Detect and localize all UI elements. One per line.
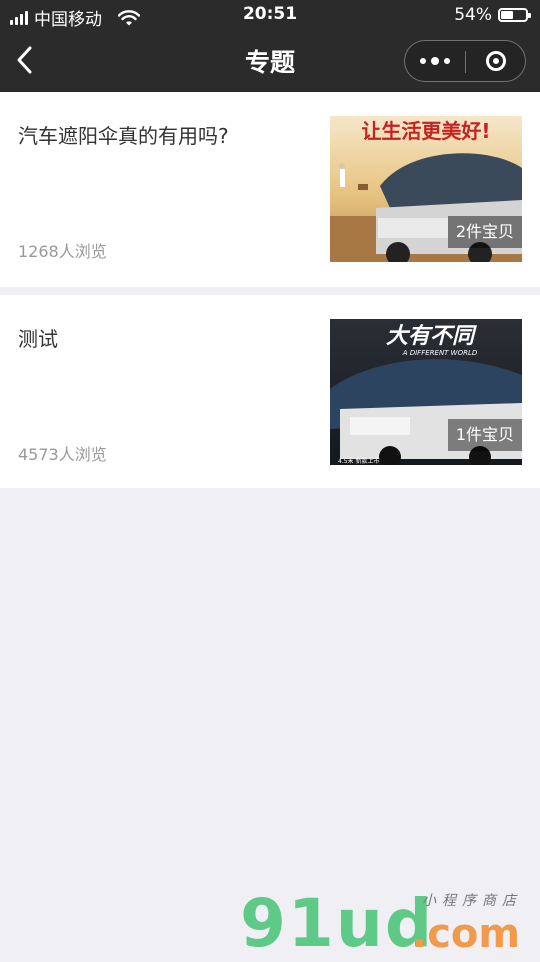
dot-icon: [420, 58, 426, 64]
target-circle-icon: [485, 51, 506, 71]
topic-thumbnail: 让生活更美好! 2件宝贝: [330, 116, 522, 262]
thumb-subtitle: A DIFFERENT WORLD: [402, 349, 478, 357]
more-button[interactable]: [405, 41, 465, 81]
topic-card[interactable]: 汽车遮阳伞真的有用吗? 1268人浏览 让生活更美好! 2件宝贝: [0, 92, 540, 287]
item-count-badge: 2件宝贝: [447, 216, 522, 248]
topic-views: 1268人浏览: [18, 242, 107, 261]
thumb-caption: 4.5米 新款上市: [338, 457, 379, 465]
watermark-subtitle: 小程序商店: [422, 893, 522, 909]
watermark-logo: 91ud .com 小程序商店: [240, 888, 540, 960]
watermark-domain: .com: [412, 911, 521, 957]
navigation-bar: 专题: [0, 30, 540, 92]
topic-views: 4573人浏览: [18, 445, 107, 464]
close-button[interactable]: [466, 41, 525, 81]
thumb-slogan: 大有不同: [386, 324, 477, 349]
battery-icon: [498, 8, 531, 22]
topic-card[interactable]: 测试 4573人浏览 大有不同 A DIFFERENT WORLD 4.5米 新…: [0, 295, 540, 488]
battery-percent: 54%: [454, 5, 492, 25]
status-bar: 中国移动 20:51 54%: [0, 0, 540, 30]
item-count-badge: 1件宝贝: [447, 419, 522, 451]
dot-icon: [444, 58, 450, 64]
topic-title: 汽车遮阳伞真的有用吗?: [18, 124, 229, 148]
mini-program-capsule: [404, 40, 526, 82]
thumb-slogan: 让生活更美好!: [361, 119, 490, 143]
topic-title: 测试: [18, 327, 58, 351]
dot-icon: [431, 57, 439, 65]
watermark-logo-text: 91ud: [240, 885, 435, 962]
topic-thumbnail: 大有不同 A DIFFERENT WORLD 4.5米 新款上市 1件宝贝: [330, 319, 522, 465]
battery-level: [501, 11, 513, 19]
